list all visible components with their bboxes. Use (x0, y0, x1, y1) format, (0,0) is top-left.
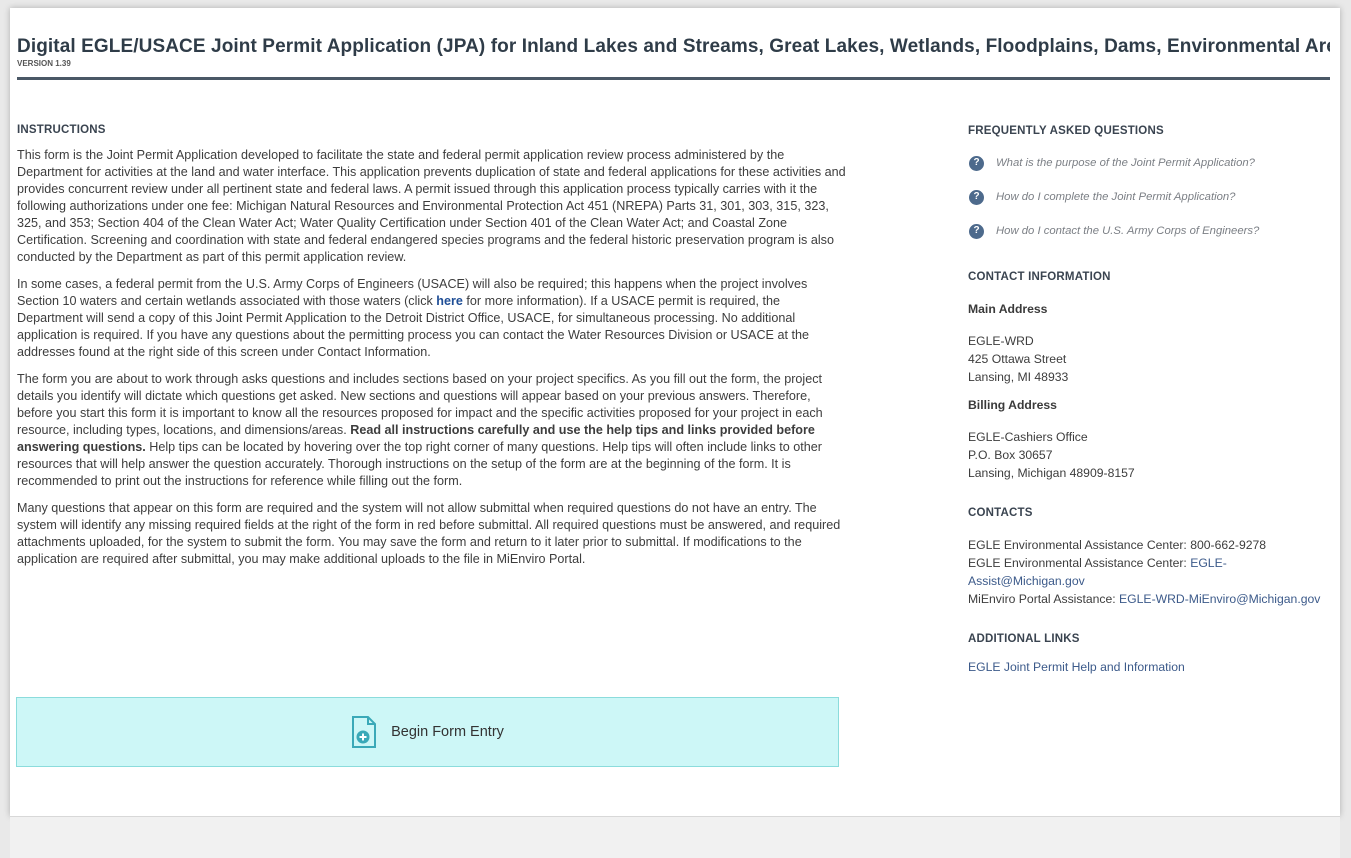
faq-item-purpose[interactable]: ? What is the purpose of the Joint Permi… (968, 154, 1328, 172)
faq-heading: FREQUENTLY ASKED QUESTIONS (968, 125, 1164, 137)
instructions-heading: INSTRUCTIONS (17, 124, 106, 136)
new-document-icon (351, 716, 377, 748)
contacts-heading: CONTACTS (968, 507, 1033, 519)
question-icon: ? (969, 155, 984, 171)
billing-address: EGLE-Cashiers Office P.O. Box 30657 Lans… (968, 430, 1135, 480)
mienviro-email-link[interactable]: EGLE-WRD-MiEnviro@Michigan.gov (1119, 592, 1320, 606)
faq-item-contact-usace[interactable]: ? How do I contact the U.S. Army Corps o… (968, 222, 1328, 240)
joint-permit-help-link[interactable]: EGLE Joint Permit Help and Information (968, 660, 1185, 674)
contacts-list: EGLE Environmental Assistance Center: 80… (968, 536, 1328, 608)
additional-links-heading: ADDITIONAL LINKS (968, 633, 1080, 645)
instructions-paragraph-2: In some cases, a federal permit from the… (17, 277, 809, 359)
page-title: Digital EGLE/USACE Joint Permit Applicat… (17, 36, 1330, 57)
portal-contact: MiEnviro Portal Assistance: EGLE-WRD-MiE… (968, 592, 1321, 606)
email-contact: EGLE Environmental Assistance Center: EG… (968, 556, 1227, 588)
page-header: Digital EGLE/USACE Joint Permit Applicat… (17, 36, 1330, 68)
footer-band (10, 816, 1340, 858)
instructions-paragraph-4: Many questions that appear on this form … (17, 501, 841, 566)
here-link[interactable]: here (436, 294, 463, 308)
faq-item-complete[interactable]: ? How do I complete the Joint Permit App… (968, 188, 1328, 206)
begin-form-entry-label: Begin Form Entry (391, 724, 504, 740)
question-icon: ? (969, 189, 984, 205)
sidebar: FREQUENTLY ASKED QUESTIONS ? What is the… (968, 122, 1328, 676)
main-address: EGLE-WRD 425 Ottawa Street Lansing, MI 4… (968, 334, 1069, 384)
question-icon: ? (969, 223, 984, 239)
begin-form-entry-button[interactable]: Begin Form Entry (16, 697, 839, 767)
main-address-heading: Main Address (968, 302, 1048, 316)
billing-address-heading: Billing Address (968, 398, 1057, 412)
phone-contact: EGLE Environmental Assistance Center: 80… (968, 538, 1267, 552)
header-divider (17, 77, 1330, 80)
instructions-paragraph-1: This form is the Joint Permit Applicatio… (17, 148, 846, 264)
instructions-paragraph-3: The form you are about to work through a… (17, 372, 823, 488)
version-label: VERSION 1.39 (17, 59, 71, 68)
contact-information-heading: CONTACT INFORMATION (968, 271, 1111, 283)
instructions-panel: INSTRUCTIONS This form is the Joint Perm… (17, 122, 847, 578)
